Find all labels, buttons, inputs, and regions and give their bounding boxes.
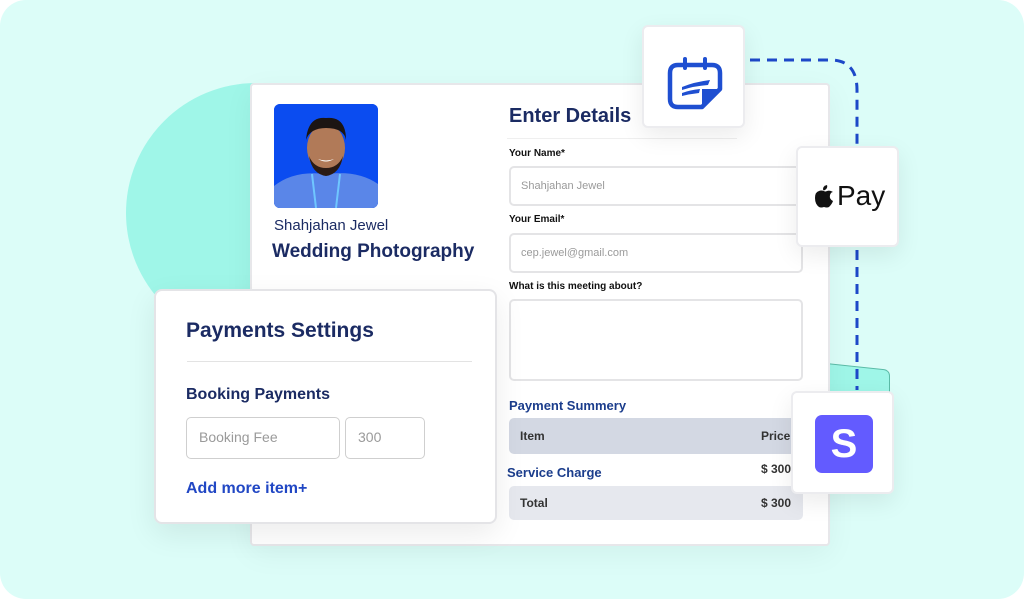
summary-title: Payment Summery [509,398,627,413]
form-title: Enter Details [509,105,632,127]
calendar-form-icon [667,57,723,110]
summary-total-row: Total $ 300 [509,486,803,520]
stripe-badge: S [791,391,894,494]
summary-header-price: Price [761,429,791,443]
email-label: Your Email* [509,214,565,225]
summary-total-label: Total [520,496,548,510]
apple-pay-label: Pay [837,180,886,211]
summary-row-price: $ 300 [761,462,792,476]
form-divider [507,138,737,139]
host-avatar [274,104,378,208]
apple-pay-badge: Pay [796,146,899,247]
booking-payments-heading: Booking Payments [186,386,331,403]
add-more-item-link[interactable]: Add more item+ [186,480,307,498]
name-label: Your Name* [509,148,565,159]
payments-settings-card: Payments Settings Booking Payments Booki… [154,289,497,524]
apple-pay-logo: Pay [814,182,885,210]
summary-header-row: Item Price [509,418,803,454]
event-title: Wedding Photography [272,241,475,262]
summary-total-value: $ 300 [761,496,792,510]
email-input[interactable]: cep.jewel@gmail.com [509,233,803,273]
name-input[interactable]: Shahjahan Jewel [509,166,803,206]
fee-name-input[interactable]: Booking Fee [186,417,340,459]
summary-header-item: Item [520,429,545,443]
fee-amount-input[interactable]: 300 [345,417,425,459]
fluent-booking-badge [642,25,745,128]
payments-settings-divider [187,361,472,362]
about-label: What is this meeting about? [509,281,643,292]
summary-row-item: Service Charge [507,465,602,480]
apple-icon [815,185,833,208]
background: Shahjahan Jewel Wedding Photography Ente… [0,0,1024,599]
stripe-icon: S [815,415,873,473]
payments-settings-title: Payments Settings [186,319,374,342]
about-textarea[interactable] [509,299,803,381]
host-name: Shahjahan Jewel [274,217,389,234]
